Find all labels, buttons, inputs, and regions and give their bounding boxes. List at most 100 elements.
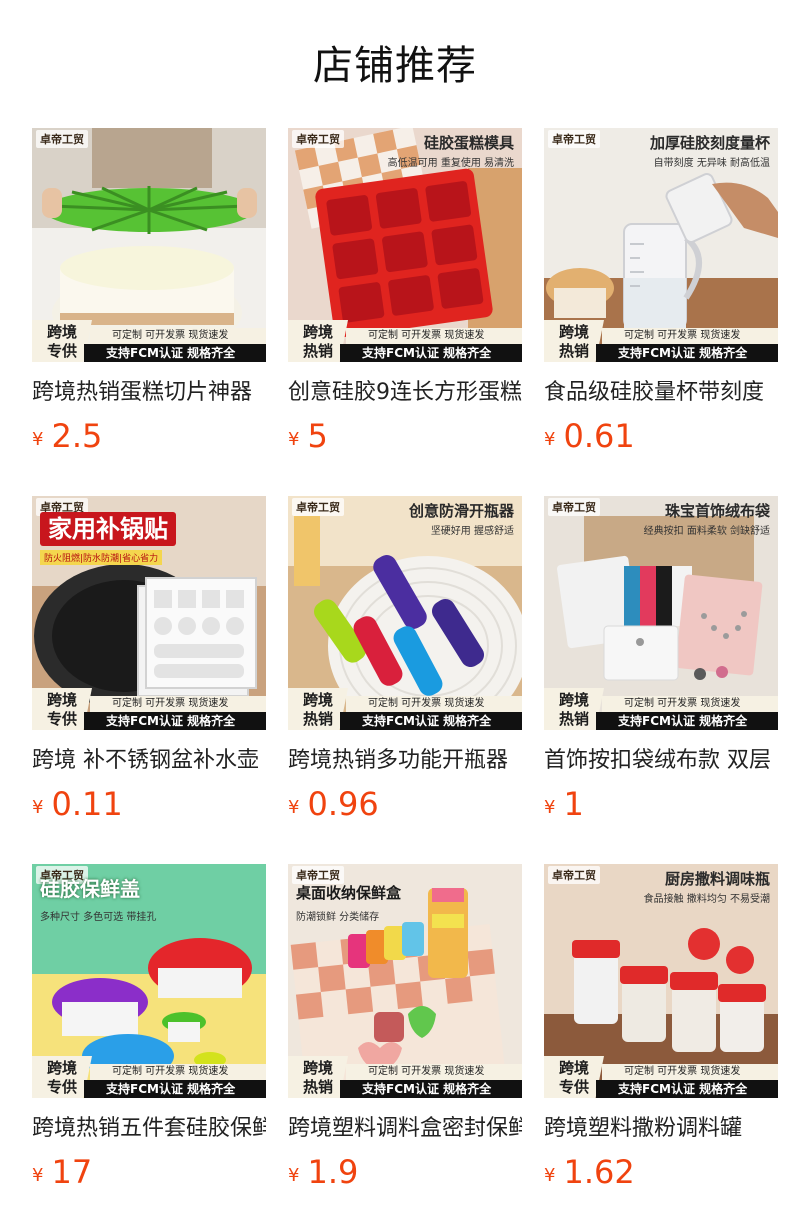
service-strip: 可定制 可开发票 现货速发 (602, 696, 778, 712)
price-value: 0.96 (307, 785, 379, 823)
certification-strip: 支持FCM认证 规格齐全 (596, 1080, 778, 1098)
product-name[interactable]: 跨境热销五件套硅胶保鲜盖 (32, 1112, 266, 1146)
product-image[interactable]: 卓帝工贸 硅胶保鲜盖 多种尺寸 多色可选 带挂孔 跨境 专供 可定制 可开发票 … (32, 864, 266, 1098)
product-price: ¥0.96 (288, 782, 522, 826)
certification-strip: 支持FCM认证 规格齐全 (340, 1080, 522, 1098)
service-strip: 可定制 可开发票 现货速发 (346, 328, 522, 344)
brand-label: 卓帝工贸 (548, 498, 600, 516)
image-headline: 珠宝首饰绒布袋 (664, 502, 770, 520)
service-strip: 可定制 可开发票 现货速发 (346, 696, 522, 712)
image-headline: 加厚硅胶刻度量杯 (649, 134, 770, 152)
promo-badge: 跨境 热销 (544, 320, 604, 362)
image-subline: 防潮锁鲜 分类储存 (296, 912, 380, 923)
product-image[interactable]: 卓帝工贸 硅胶蛋糕模具 高低温可用 重复使用 易清洗 跨境 热销 可定制 可开发… (288, 128, 522, 362)
brand-label: 卓帝工贸 (292, 498, 344, 516)
currency-symbol: ¥ (544, 429, 556, 450)
product-price: ¥1.62 (544, 1150, 778, 1194)
brand-label: 卓帝工贸 (292, 866, 344, 884)
page-title: 店铺推荐 (313, 43, 477, 89)
service-strip: 可定制 可开发票 现货速发 (90, 696, 266, 712)
product-image[interactable]: 卓帝工贸 创意防滑开瓶器 坚硬好用 握感舒适 跨境 热销 可定制 可开发票 现货… (288, 496, 522, 730)
currency-symbol: ¥ (544, 1165, 556, 1186)
brand-label: 卓帝工贸 (292, 130, 344, 148)
product-name[interactable]: 食品级硅胶量杯带刻度 (544, 376, 778, 410)
currency-symbol: ¥ (288, 429, 300, 450)
product-image[interactable]: 卓帝工贸 珠宝首饰绒布袋 经典按扣 面料柔软 剑缺舒适 跨境 热销 可定制 可开… (544, 496, 778, 730)
product-price: ¥1 (544, 782, 778, 826)
product-card[interactable]: 卓帝工贸 桌面收纳保鲜盒 防潮锁鲜 分类储存 跨境 热销 可定制 可开发票 现货… (288, 864, 522, 1232)
price-value: 5 (307, 417, 328, 455)
product-card[interactable]: 卓帝工贸 硅胶保鲜盖 多种尺寸 多色可选 带挂孔 跨境 专供 可定制 可开发票 … (32, 864, 266, 1232)
promo-badge: 跨境 专供 (32, 688, 92, 730)
product-image[interactable]: 卓帝工贸 厨房撒料调味瓶 食品接触 撒料均匀 不易受潮 跨境 专供 可定制 可开… (544, 864, 778, 1098)
product-name[interactable]: 跨境塑料撒粉调料罐 (544, 1112, 778, 1146)
image-headline: 厨房撒料调味瓶 (664, 870, 770, 888)
currency-symbol: ¥ (32, 1165, 44, 1186)
product-name[interactable]: 跨境 补不锈钢盆补水壶 (32, 744, 266, 778)
product-card[interactable]: 卓帝工贸 珠宝首饰绒布袋 经典按扣 面料柔软 剑缺舒适 跨境 热销 可定制 可开… (544, 496, 778, 864)
promo-badge: 跨境 专供 (544, 1056, 604, 1098)
product-name[interactable]: 跨境塑料调料盒密封保鲜 (288, 1112, 522, 1146)
price-value: 0.11 (51, 785, 123, 823)
certification-strip: 支持FCM认证 规格齐全 (340, 344, 522, 362)
product-card[interactable]: 卓帝工贸 家用补锅贴 防火阻燃|防水防潮|省心省力 跨境 专供 可定制 可开发票… (32, 496, 266, 864)
product-image[interactable]: 卓帝工贸 加厚硅胶刻度量杯 自带刻度 无异味 耐高低温 跨境 热销 可定制 可开… (544, 128, 778, 362)
price-value: 1.9 (307, 1153, 359, 1191)
image-headline: 硅胶保鲜盖 (40, 877, 140, 901)
product-name[interactable]: 创意硅胶9连长方形蛋糕模 (288, 376, 522, 410)
store-recommendations-page: 店铺推荐 卓帝工贸 跨境 专供 可定制 可开发票 现货速发 支持FCM认证 规格… (0, 0, 790, 1232)
currency-symbol: ¥ (544, 797, 556, 818)
service-strip: 可定制 可开发票 现货速发 (346, 1064, 522, 1080)
certification-strip: 支持FCM认证 规格齐全 (84, 1080, 266, 1098)
product-card[interactable]: 卓帝工贸 硅胶蛋糕模具 高低温可用 重复使用 易清洗 跨境 热销 可定制 可开发… (288, 128, 522, 496)
image-subline: 多种尺寸 多色可选 带挂孔 (40, 912, 157, 923)
price-value: 2.5 (51, 417, 103, 455)
product-image[interactable]: 卓帝工贸 桌面收纳保鲜盒 防潮锁鲜 分类储存 跨境 热销 可定制 可开发票 现货… (288, 864, 522, 1098)
product-name[interactable]: 首饰按扣袋绒布款 双层 (544, 744, 778, 778)
product-image[interactable]: 卓帝工贸 家用补锅贴 防火阻燃|防水防潮|省心省力 跨境 专供 可定制 可开发票… (32, 496, 266, 730)
product-grid: 卓帝工贸 跨境 专供 可定制 可开发票 现货速发 支持FCM认证 规格齐全 跨境… (32, 128, 778, 1232)
currency-symbol: ¥ (32, 429, 44, 450)
brand-label: 卓帝工贸 (548, 130, 600, 148)
certification-strip: 支持FCM认证 规格齐全 (84, 344, 266, 362)
product-card[interactable]: 卓帝工贸 创意防滑开瓶器 坚硬好用 握感舒适 跨境 热销 可定制 可开发票 现货… (288, 496, 522, 864)
product-price: ¥0.61 (544, 414, 778, 458)
product-name[interactable]: 跨境热销蛋糕切片神器 (32, 376, 266, 410)
promo-badge: 跨境 热销 (544, 688, 604, 730)
promo-badge: 跨境 热销 (288, 688, 348, 730)
certification-strip: 支持FCM认证 规格齐全 (340, 712, 522, 730)
image-headline: 家用补锅贴 (40, 512, 176, 546)
price-value: 0.61 (563, 417, 635, 455)
product-price: ¥5 (288, 414, 522, 458)
image-subline: 经典按扣 面料柔软 剑缺舒适 (643, 526, 770, 537)
service-strip: 可定制 可开发票 现货速发 (90, 1064, 266, 1080)
product-card[interactable]: 卓帝工贸 加厚硅胶刻度量杯 自带刻度 无异味 耐高低温 跨境 热销 可定制 可开… (544, 128, 778, 496)
price-value: 1 (563, 785, 584, 823)
image-subline: 自带刻度 无异味 耐高低温 (653, 158, 770, 169)
image-subline: 坚硬好用 握感舒适 (430, 526, 514, 537)
promo-badge: 跨境 专供 (32, 320, 92, 362)
currency-symbol: ¥ (288, 1165, 300, 1186)
product-card[interactable]: 卓帝工贸 跨境 专供 可定制 可开发票 现货速发 支持FCM认证 规格齐全 跨境… (32, 128, 266, 496)
product-price: ¥17 (32, 1150, 266, 1194)
brand-label: 卓帝工贸 (548, 866, 600, 884)
certification-strip: 支持FCM认证 规格齐全 (84, 712, 266, 730)
image-headline: 创意防滑开瓶器 (408, 502, 514, 520)
product-price: ¥1.9 (288, 1150, 522, 1194)
promo-badge: 跨境 热销 (288, 320, 348, 362)
service-strip: 可定制 可开发票 现货速发 (90, 328, 266, 344)
price-value: 17 (51, 1153, 93, 1191)
promo-badge: 跨境 热销 (288, 1056, 348, 1098)
image-headline: 硅胶蛋糕模具 (423, 134, 514, 152)
image-subline: 防火阻燃|防水防潮|省心省力 (40, 550, 163, 565)
currency-symbol: ¥ (32, 797, 44, 818)
product-price: ¥2.5 (32, 414, 266, 458)
product-card[interactable]: 卓帝工贸 厨房撒料调味瓶 食品接触 撒料均匀 不易受潮 跨境 专供 可定制 可开… (544, 864, 778, 1232)
certification-strip: 支持FCM认证 规格齐全 (596, 344, 778, 362)
product-name[interactable]: 跨境热销多功能开瓶器 (288, 744, 522, 778)
product-image[interactable]: 卓帝工贸 跨境 专供 可定制 可开发票 现货速发 支持FCM认证 规格齐全 (32, 128, 266, 362)
price-value: 1.62 (563, 1153, 635, 1191)
brand-label: 卓帝工贸 (36, 130, 88, 148)
certification-strip: 支持FCM认证 规格齐全 (596, 712, 778, 730)
currency-symbol: ¥ (288, 797, 300, 818)
